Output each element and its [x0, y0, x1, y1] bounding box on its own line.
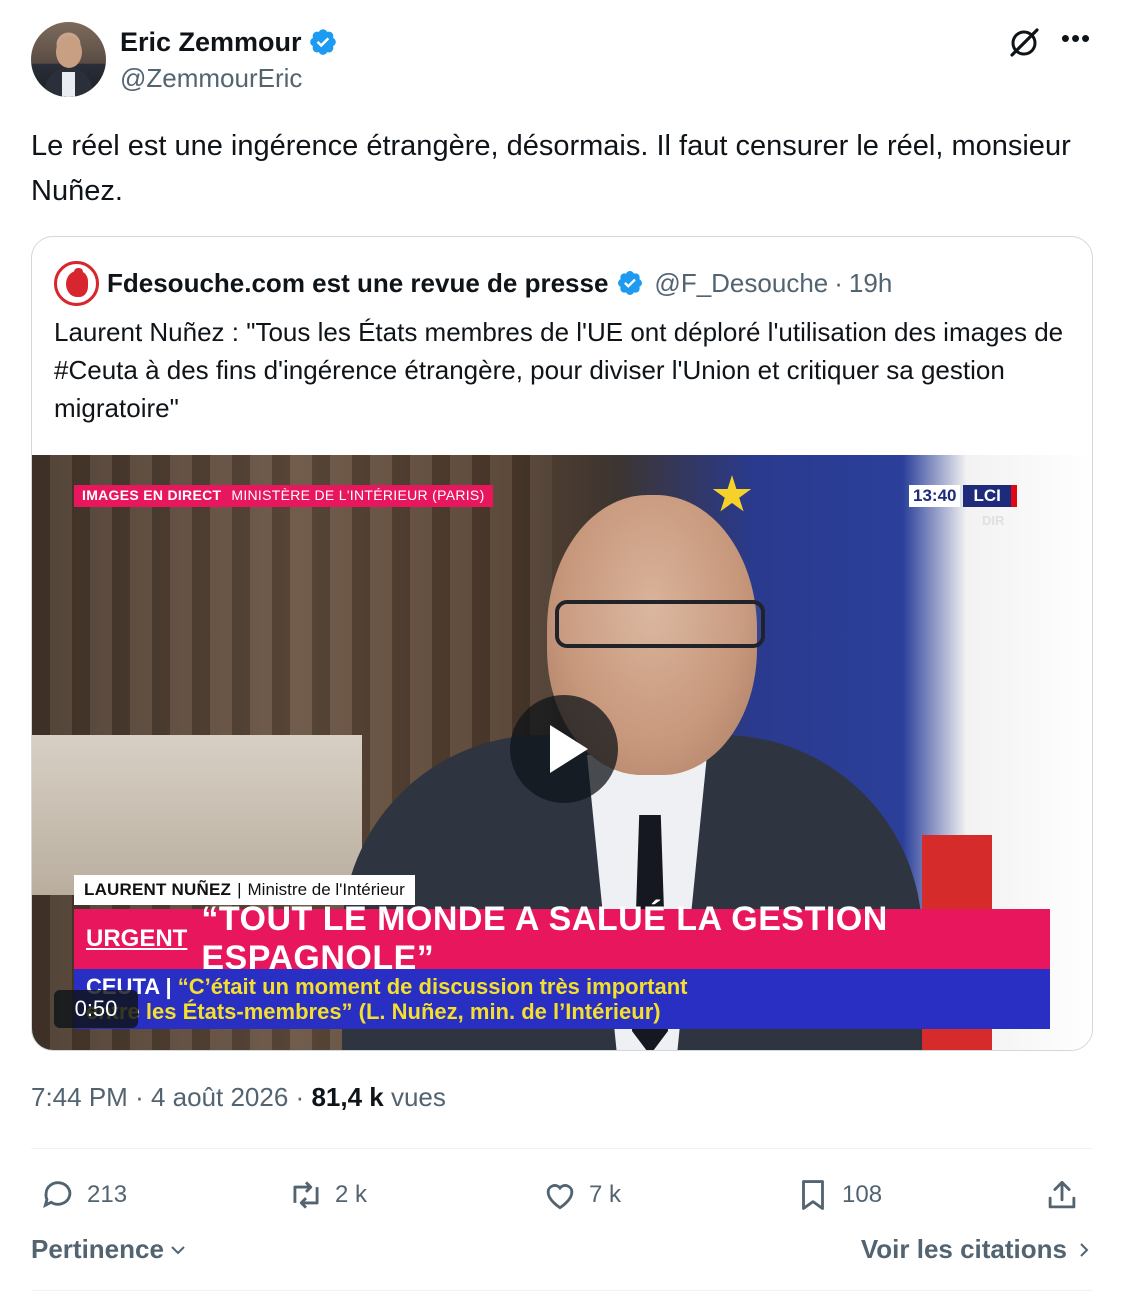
live-tag-location: MINISTÈRE DE L'INTÉRIEUR (PARIS): [231, 487, 485, 503]
person-name: LAURENT NUÑEZ: [84, 880, 232, 899]
like-button[interactable]: 7 k: [541, 1170, 621, 1220]
person-title: Ministre de l'Intérieur: [247, 880, 405, 899]
live-tag: IMAGES EN DIRECT MINISTÈRE DE L'INTÉRIEU…: [74, 485, 493, 507]
view-quotes-label: Voir les citations: [860, 1234, 1067, 1264]
views-label: vues: [390, 1082, 446, 1112]
quote-header: Fdesouche.com est une revue de presse @F…: [54, 260, 892, 306]
video-background-wall: [32, 735, 362, 895]
speaker-glasses: [555, 600, 765, 648]
repost-count: 2 k: [335, 1181, 368, 1208]
replies-footer: Pertinence Voir les citations: [31, 1234, 1093, 1274]
view-quotes-link[interactable]: Voir les citations: [861, 1234, 1093, 1265]
separator-dot: ·: [135, 1082, 151, 1112]
reply-icon: [43, 1181, 72, 1209]
video-duration: 0:50: [54, 990, 138, 1028]
eu-flag-star: [712, 475, 752, 512]
ticker-text-2: entre les États-membres” (L. Nuñez, min.…: [86, 999, 661, 1024]
author-block: Eric Zemmour @ZemmourEric: [120, 25, 338, 94]
chevron-right-icon: [1080, 1242, 1089, 1257]
ticker-line-1: CEUTA | “C’était un moment de discussion…: [86, 974, 687, 1000]
channel-sub-label: DIR: [982, 513, 1005, 528]
views-count: 81,4 k: [311, 1082, 384, 1112]
live-tag-label: IMAGES EN DIRECT: [82, 487, 222, 503]
chevron-down-icon: [171, 1245, 185, 1254]
tweet-time[interactable]: 7:44 PM: [31, 1082, 128, 1112]
ticker-separator: |: [165, 974, 178, 999]
reply-button[interactable]: 213: [39, 1170, 127, 1220]
share-button[interactable]: [1043, 1170, 1081, 1220]
like-icon: [546, 1184, 574, 1210]
reply-count: 213: [87, 1181, 128, 1208]
quote-age[interactable]: 19h: [849, 268, 892, 299]
quote-text: Laurent Nuñez : "Tous les États membres …: [54, 317, 1064, 423]
urgent-label: URGENT: [86, 925, 188, 952]
channel-badge: 13:40 LCI: [909, 485, 1017, 507]
quote-author-name[interactable]: Fdesouche.com est une revue de presse: [107, 268, 608, 299]
like-count: 7 k: [589, 1181, 622, 1208]
separator-dot: ·: [834, 267, 843, 298]
author-handle[interactable]: @ZemmourEric: [120, 63, 338, 94]
author-name-row[interactable]: Eric Zemmour: [120, 25, 338, 59]
urgent-banner: URGENT “TOUT LE MONDE A SALUÉ LA GESTION…: [74, 900, 1050, 977]
channel-logo: LCI: [963, 485, 1017, 507]
tweet-meta: 7:44 PM · 4 août 2026 · 81,4 k vues: [31, 1082, 446, 1113]
play-icon[interactable]: [510, 695, 618, 803]
verified-badge-icon: [618, 271, 643, 295]
quote-avatar[interactable]: [54, 260, 99, 306]
video-player[interactable]: IMAGES EN DIRECT MINISTÈRE DE L'INTÉRIEU…: [32, 455, 1092, 1050]
action-bar: 213 2 k 7 k 108: [31, 1170, 1093, 1220]
tweet-text: Le réel est une ingérence étrangère, dés…: [31, 130, 1071, 207]
quote-author-handle[interactable]: @F_Desouche: [654, 268, 828, 299]
author-avatar[interactable]: [31, 22, 106, 97]
sort-dropdown[interactable]: Pertinence: [31, 1234, 188, 1265]
separator-dot: ·: [295, 1082, 312, 1112]
verified-badge-icon: [309, 29, 336, 55]
ticker-text-1: “C’était un moment de discussion très im…: [177, 974, 688, 999]
bookmark-button[interactable]: 108: [794, 1170, 882, 1220]
urgent-headline: “TOUT LE MONDE A SALUÉ LA GESTION ESPAGN…: [201, 900, 888, 977]
author-name[interactable]: Eric Zemmour: [120, 27, 302, 58]
more-icon[interactable]: •••: [1059, 25, 1093, 58]
share-icon: [1048, 1180, 1076, 1209]
divider: [31, 1148, 1093, 1149]
divider: [31, 1290, 1093, 1291]
bookmark-icon: [802, 1180, 824, 1210]
bookmark-count: 108: [842, 1181, 883, 1208]
tweet-header: Eric Zemmour @ZemmourEric •••: [31, 22, 1093, 102]
tweet-date[interactable]: 4 août 2026: [151, 1082, 288, 1112]
sort-label: Pertinence: [31, 1234, 164, 1264]
quoted-tweet[interactable]: Fdesouche.com est une revue de presse @F…: [31, 236, 1093, 1051]
lower-third-separator: |: [237, 880, 242, 899]
grok-icon[interactable]: [1007, 26, 1041, 60]
news-ticker: CEUTA | “C’était un moment de discussion…: [74, 969, 1050, 1029]
broadcast-clock: 13:40: [909, 485, 961, 507]
repost-icon: [293, 1181, 319, 1209]
repost-button[interactable]: 2 k: [287, 1170, 367, 1220]
